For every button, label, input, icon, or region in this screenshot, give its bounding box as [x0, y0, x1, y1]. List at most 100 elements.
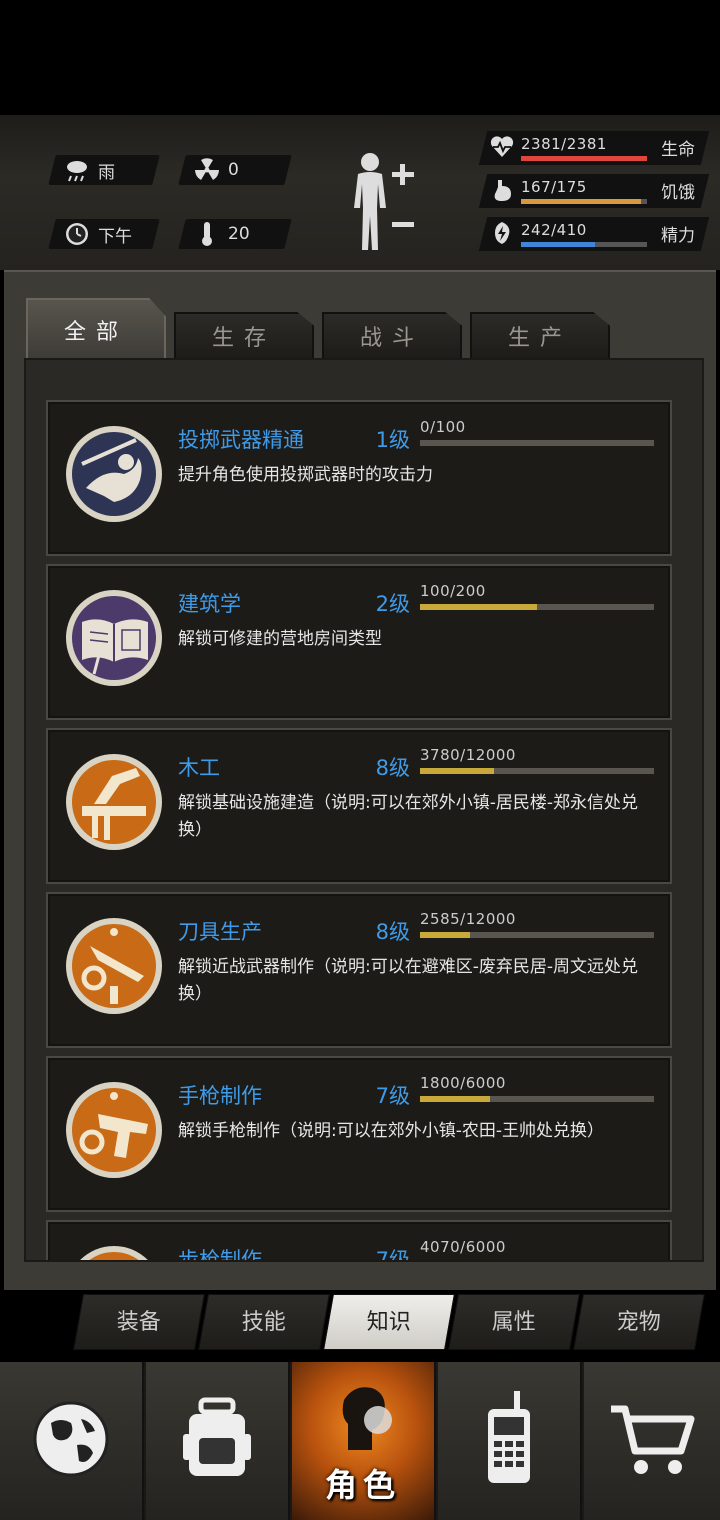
subtab-label: 宠物	[616, 1310, 661, 1335]
subtab-label: 技能	[241, 1310, 286, 1335]
skill-level: 7级	[375, 1248, 410, 1262]
skill-progress-text: 0/100	[420, 418, 466, 436]
skill-progress-bar	[420, 604, 654, 610]
pistol-icon	[64, 1074, 164, 1186]
energy-bar: 242/410 精力	[478, 217, 710, 251]
rain-cloud-icon	[64, 157, 90, 183]
cart-icon	[607, 1399, 697, 1483]
skill-card[interactable]: 步枪制作 7级 4070/6000	[46, 1220, 672, 1262]
skill-card[interactable]: 投掷武器精通 1级 0/100 提升角色使用投掷武器时的攻击力	[46, 400, 672, 556]
skill-level: 1级	[375, 428, 410, 452]
hunger-fill	[521, 199, 642, 204]
energy-value: 242/410	[521, 221, 587, 239]
status-bar: 雨 0 下午 20 2381/2381 生命 167/175 饥饿 242/41…	[0, 115, 720, 270]
globe-icon	[31, 1399, 111, 1483]
nav-backpack[interactable]	[146, 1362, 290, 1520]
skill-card[interactable]: 木工 8级 3780/12000 解锁基础设施建造（说明:可以在郊外小镇-居民楼…	[46, 728, 672, 884]
weather-indicator: 雨	[48, 155, 160, 185]
health-label: 生命	[661, 140, 695, 160]
temperature-value: 20	[228, 224, 250, 244]
skill-name: 刀具生产	[178, 920, 262, 944]
thermometer-icon	[194, 221, 220, 247]
skill-list[interactable]: 投掷武器精通 1级 0/100 提升角色使用投掷武器时的攻击力 建筑学 2级 1…	[24, 358, 704, 1262]
nav-world-map[interactable]	[0, 1362, 144, 1520]
skill-progress-bar	[420, 768, 654, 774]
hunger-bar: 167/175 饥饿	[478, 174, 710, 208]
radiation-icon	[194, 157, 220, 183]
health-bar: 2381/2381 生命	[478, 131, 710, 165]
subtab-label: 知识	[366, 1310, 411, 1335]
skill-card[interactable]: 刀具生产 8级 2585/12000 解锁近战武器制作（说明:可以在避难区-废弃…	[46, 892, 672, 1048]
character-subtabs: 装备 技能 知识 属性 宠物	[72, 1294, 712, 1350]
skill-level: 2级	[375, 592, 410, 616]
skill-level: 8级	[375, 920, 410, 944]
rifle-icon	[64, 1238, 164, 1260]
energy-fill	[521, 242, 596, 247]
subtab-attributes[interactable]: 属性	[448, 1294, 580, 1350]
hunger-label: 饥饿	[661, 183, 695, 203]
skill-progress-text: 4070/6000	[420, 1238, 506, 1256]
tab-production[interactable]: 生产	[470, 312, 610, 358]
tab-combat[interactable]: 战斗	[322, 312, 462, 358]
health-value: 2381/2381	[521, 135, 607, 153]
skill-progress-bar	[420, 440, 654, 446]
nav-character[interactable]: 角色	[292, 1362, 436, 1520]
backpack-icon	[177, 1394, 257, 1488]
character-figure[interactable]	[340, 150, 420, 255]
skill-description: 提升角色使用投掷武器时的攻击力	[178, 465, 433, 485]
energy-label: 精力	[661, 226, 695, 246]
book-icon	[64, 582, 164, 694]
subtab-pets[interactable]: 宠物	[573, 1294, 705, 1350]
skill-progress-text: 2585/12000	[420, 910, 516, 928]
subtab-label: 装备	[116, 1310, 161, 1335]
walkie-talkie-icon	[474, 1389, 544, 1493]
energy-icon	[489, 220, 515, 246]
subtab-knowledge[interactable]: 知识	[323, 1294, 455, 1350]
tab-survival[interactable]: 生存	[174, 312, 314, 358]
bottom-nav: 角色	[0, 1362, 720, 1520]
skill-level: 8级	[375, 756, 410, 780]
radiation-indicator: 0	[178, 155, 292, 185]
category-tabs: 全部 生存 战斗 生产	[26, 298, 706, 360]
stomach-icon	[489, 177, 515, 203]
skill-level: 7级	[375, 1084, 410, 1108]
throwing-icon	[64, 418, 164, 530]
heart-icon	[489, 134, 515, 160]
knife-icon	[64, 910, 164, 1022]
skill-progress-bar	[420, 932, 654, 938]
skill-description: 解锁可修建的营地房间类型	[178, 629, 382, 649]
skill-name: 建筑学	[178, 592, 241, 616]
skill-progress-text: 100/200	[420, 582, 486, 600]
knowledge-panel: 全部 生存 战斗 生产 投掷武器精通 1级 0/100 提升角色使用投掷武器时的…	[4, 270, 716, 1290]
skill-card[interactable]: 手枪制作 7级 1800/6000 解锁手枪制作（说明:可以在郊外小镇-农田-王…	[46, 1056, 672, 1212]
subtab-label: 属性	[491, 1310, 536, 1335]
skill-description: 解锁手枪制作（说明:可以在郊外小镇-农田-王帅处兑换）	[178, 1121, 604, 1141]
weather-value: 雨	[98, 162, 115, 183]
time-indicator: 下午	[48, 219, 160, 249]
hunger-value: 167/175	[521, 178, 587, 196]
saw-icon	[64, 746, 164, 858]
skill-progress-text: 1800/6000	[420, 1074, 506, 1092]
skill-name: 投掷武器精通	[178, 428, 304, 452]
nav-shop[interactable]	[584, 1362, 720, 1520]
nav-radio[interactable]	[438, 1362, 582, 1520]
health-fill	[521, 156, 647, 161]
skill-description: 解锁近战武器制作（说明:可以在避难区-废弃民居-周文远处兑换）	[178, 957, 638, 1004]
subtab-equipment[interactable]: 装备	[73, 1294, 205, 1350]
skill-progress-bar	[420, 1260, 654, 1262]
nav-character-label: 角色	[324, 1466, 401, 1504]
skill-name: 手枪制作	[178, 1084, 262, 1108]
tab-all[interactable]: 全部	[26, 298, 166, 360]
clock-icon	[64, 221, 90, 247]
skill-progress-text: 3780/12000	[420, 746, 516, 764]
skill-card[interactable]: 建筑学 2级 100/200 解锁可修建的营地房间类型	[46, 564, 672, 720]
radiation-value: 0	[228, 160, 239, 180]
character-icon	[318, 1380, 408, 1464]
skill-description: 解锁基础设施建造（说明:可以在郊外小镇-居民楼-郑永信处兑换）	[178, 793, 638, 840]
skill-progress-bar	[420, 1096, 654, 1102]
skill-name: 步枪制作	[178, 1248, 262, 1262]
subtab-skills[interactable]: 技能	[198, 1294, 330, 1350]
skill-name: 木工	[178, 756, 220, 780]
temperature-indicator: 20	[178, 219, 292, 249]
time-value: 下午	[98, 226, 132, 247]
